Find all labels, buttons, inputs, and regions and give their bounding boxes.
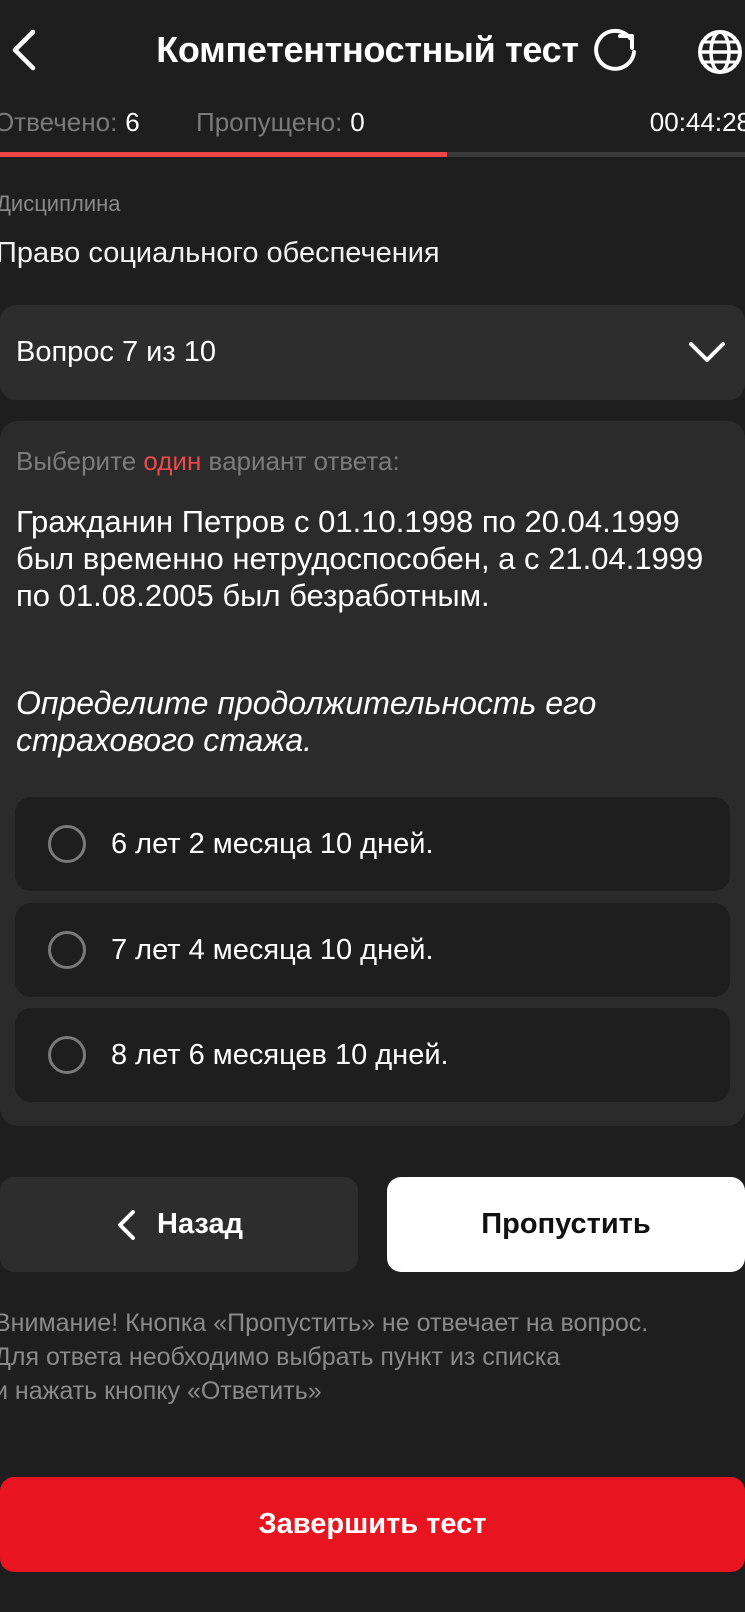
refresh-button[interactable] <box>590 26 642 78</box>
answer-instruction: Выберите один вариант ответа: <box>16 443 400 479</box>
answer-option[interactable]: 8 лет 6 месяцев 10 дней. <box>15 1008 730 1102</box>
instruction-text-end: вариант ответа: <box>201 446 400 476</box>
skipped-label: Пропущено: <box>196 107 343 137</box>
skip-button[interactable]: Пропустить <box>387 1177 745 1272</box>
timer: 00:44:28 <box>649 107 745 137</box>
answer-option-label: 8 лет 6 месяцев 10 дней. <box>111 1039 449 1071</box>
note-line: Внимание! Кнопка «Пропустить» не отвечае… <box>0 1309 649 1337</box>
chevron-down-icon <box>687 333 727 371</box>
discipline-label: Дисциплина <box>0 191 121 216</box>
answer-option[interactable]: 7 лет 4 месяца 10 дней. <box>15 903 730 997</box>
answer-option-label: 7 лет 4 месяца 10 дней. <box>111 934 434 966</box>
finish-test-button[interactable]: Завершить тест <box>0 1477 745 1572</box>
skipped-stat: Пропущено: 0 <box>196 104 365 140</box>
skip-warning-note: Внимание! Кнопка «Пропустить» не отвечае… <box>0 1306 648 1408</box>
radio-button[interactable] <box>48 1036 86 1074</box>
progress-bar <box>0 152 745 157</box>
answered-count: 6 <box>125 107 140 137</box>
back-nav-button[interactable]: Назад <box>0 1177 358 1272</box>
question-number: Вопрос 7 из 10 <box>16 336 216 368</box>
radio-button[interactable] <box>48 931 86 969</box>
answered-label: Отвечено: <box>0 107 118 137</box>
language-button[interactable] <box>694 26 745 78</box>
chevron-left-icon <box>115 1209 137 1241</box>
note-line: и нажать кнопку «Ответить» <box>0 1377 322 1405</box>
back-nav-label: Назад <box>157 1208 243 1240</box>
question-text: Гражданин Петров с 01.10.1998 по 20.04.1… <box>16 504 704 613</box>
finish-test-label: Завершить тест <box>258 1508 487 1540</box>
skipped-count: 0 <box>350 107 365 137</box>
answer-option-label: 6 лет 2 месяца 10 дней. <box>111 828 434 860</box>
refresh-icon <box>594 28 636 71</box>
instruction-text: Выберите <box>16 446 144 476</box>
answer-option[interactable]: 6 лет 2 месяца 10 дней. <box>15 797 730 891</box>
answered-stat: Отвечено: 6 <box>0 104 140 140</box>
skip-label: Пропустить <box>481 1208 651 1240</box>
note-line: Для ответа необходимо выбрать пункт из с… <box>0 1343 561 1371</box>
progress-fill <box>0 152 447 157</box>
globe-icon <box>698 30 742 74</box>
discipline-value: Право социального обеспечения <box>0 237 440 269</box>
question-prompt: Определите продолжительность его страхов… <box>16 685 597 758</box>
radio-button[interactable] <box>48 825 86 863</box>
question-card: Выберите один вариант ответа: Гражданин … <box>0 421 745 1126</box>
instruction-highlight: один <box>143 446 202 476</box>
question-selector[interactable]: Вопрос 7 из 10 <box>0 305 745 400</box>
